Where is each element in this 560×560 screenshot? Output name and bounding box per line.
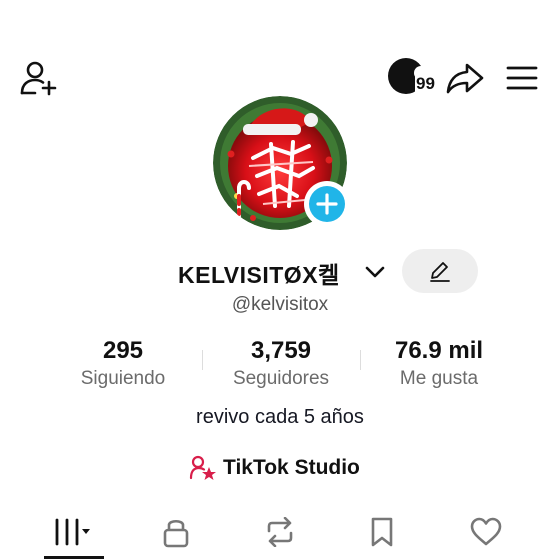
following-count: 295 — [102, 337, 144, 364]
share-icon — [446, 63, 484, 94]
profile-bio: revivo cada 5 años — [196, 406, 364, 428]
profile-handle: @kelvisitox — [231, 294, 329, 315]
tiktok-studio-label: TikTok Studio — [223, 456, 360, 479]
followers-stat[interactable]: 3,759 Seguidores — [206, 336, 356, 392]
plus-icon — [316, 193, 338, 215]
notifications-button[interactable]: 99 — [385, 56, 441, 98]
stat-divider — [202, 350, 203, 370]
add-user-icon — [20, 61, 57, 96]
tab-reposts[interactable] — [250, 510, 310, 554]
tab-private[interactable] — [146, 510, 206, 554]
edit-profile-button[interactable] — [402, 249, 478, 293]
lock-icon — [163, 519, 189, 548]
add-friend-button[interactable] — [18, 58, 60, 98]
user-star-icon — [189, 455, 216, 480]
tab-liked[interactable] — [456, 510, 516, 554]
chevron-down-icon — [365, 266, 385, 278]
share-profile-button[interactable] — [444, 58, 486, 98]
repost-icon — [267, 517, 293, 547]
pencil-icon — [430, 262, 450, 282]
hamburger-menu-icon — [506, 66, 538, 90]
likes-count: 76.9 mil — [394, 337, 484, 364]
likes-label: Me gusta — [399, 368, 479, 389]
switch-account-button[interactable] — [364, 262, 386, 282]
followers-count: 3,759 — [250, 337, 312, 364]
active-tab-indicator — [44, 556, 104, 559]
add-story-button[interactable] — [304, 181, 350, 227]
heart-icon — [470, 517, 502, 546]
following-stat[interactable]: 295 Siguiendo — [48, 336, 198, 392]
notification-count: 99 — [415, 74, 436, 94]
tab-saved[interactable] — [352, 510, 412, 554]
username[interactable]: KELVISITØX켈 — [178, 256, 340, 290]
likes-stat[interactable]: 76.9 mil Me gusta — [364, 336, 514, 392]
stat-divider — [360, 350, 361, 370]
followers-label: Seguidores — [232, 368, 330, 389]
grid-icon — [55, 518, 90, 546]
menu-button[interactable] — [502, 58, 542, 98]
following-label: Siguiendo — [80, 368, 166, 389]
tiktok-studio-link[interactable]: TikTok Studio — [189, 454, 360, 482]
bookmark-icon — [371, 517, 393, 547]
tab-videos[interactable] — [44, 510, 104, 554]
